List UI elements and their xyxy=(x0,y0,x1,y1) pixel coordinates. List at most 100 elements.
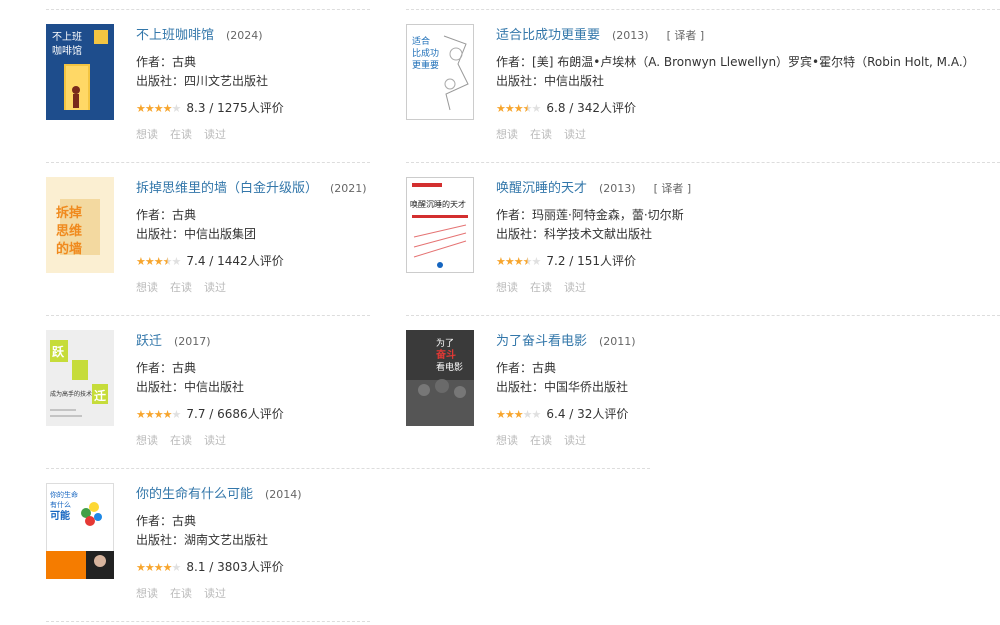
book-rating: ★★★★★ 8.1 / 3803人评价 xyxy=(136,558,376,576)
rating-count: 342 xyxy=(577,101,601,115)
rating-count: 1442 xyxy=(217,254,248,268)
book-title-link[interactable]: 为了奋斗看电影 xyxy=(496,334,587,349)
want-to-read-button[interactable]: 想读 xyxy=(136,434,158,447)
book-publisher: 中信出版集团 xyxy=(184,227,257,241)
rating-count: 3803 xyxy=(217,560,248,574)
book-title-link[interactable]: 适合比成功更重要 xyxy=(496,28,600,43)
book-title-link[interactable]: 拆掉思维里的墙（白金升级版） xyxy=(136,181,318,196)
have-read-button[interactable]: 读过 xyxy=(204,434,226,447)
book-rating: ★★★★★ 7.4 / 1442人评价 xyxy=(136,252,376,270)
have-read-button[interactable]: 读过 xyxy=(204,281,226,294)
book-title-link[interactable]: 你的生命有什么可能 xyxy=(136,487,253,502)
translated-tag: [ 译者 ] xyxy=(666,29,705,42)
rating-score: 8.1 xyxy=(186,560,206,574)
separator xyxy=(406,162,1000,163)
book-publisher-line: 出版社：四川文艺出版社 xyxy=(136,72,376,91)
svg-text:跃: 跃 xyxy=(52,345,65,359)
book-title-link[interactable]: 不上班咖啡馆 xyxy=(136,28,214,43)
rating-separator: / xyxy=(205,407,218,421)
want-to-read-button[interactable]: 想读 xyxy=(496,128,518,141)
reading-button[interactable]: 在读 xyxy=(530,281,552,294)
book-rating: ★★★★★ 7.2 / 151人评价 xyxy=(496,252,1000,270)
book-cover[interactable]: 为了 奋斗 看电影 xyxy=(406,330,474,426)
reading-button[interactable]: 在读 xyxy=(170,281,192,294)
want-to-read-button[interactable]: 想读 xyxy=(136,281,158,294)
book-year: (2013) xyxy=(599,182,636,195)
book-cover[interactable]: 跃 迁 成为高手的技术 xyxy=(46,330,114,426)
rating-score: 8.3 xyxy=(186,101,206,115)
have-read-button[interactable]: 读过 xyxy=(564,128,586,141)
star-empty-icon: ★ xyxy=(522,408,533,421)
have-read-button[interactable]: 读过 xyxy=(204,128,226,141)
have-read-button[interactable]: 读过 xyxy=(204,587,226,600)
rating-suffix: 人评价 xyxy=(247,560,284,574)
svg-text:唤醒沉睡的天才: 唤醒沉睡的天才 xyxy=(410,199,466,209)
reading-button[interactable]: 在读 xyxy=(170,434,192,447)
star-full-icon: ★ xyxy=(496,102,506,115)
star-empty-icon: ★ xyxy=(531,408,542,421)
book-publisher: 四川文艺出版社 xyxy=(184,74,269,88)
book-publisher-line: 出版社：中信出版社 xyxy=(496,72,1000,91)
reading-actions: 想读 在读 读过 xyxy=(136,279,376,295)
svg-text:适合: 适合 xyxy=(412,35,430,47)
author-prefix: 作者： xyxy=(136,208,173,222)
book-cover[interactable]: 不上班 咖啡馆 xyxy=(46,24,114,120)
book-author-line: 作者：古典 xyxy=(496,359,1000,378)
svg-text:的墙: 的墙 xyxy=(56,241,82,257)
want-to-read-button[interactable]: 想读 xyxy=(136,128,158,141)
star-rating-icon: ★★★★★ xyxy=(496,255,541,268)
svg-text:拆掉: 拆掉 xyxy=(56,205,82,221)
star-full-icon: ★ xyxy=(144,408,155,421)
star-half-icon: ★ xyxy=(522,102,533,115)
reading-actions: 想读 在读 读过 xyxy=(136,126,376,142)
star-rating-icon: ★★★★★ xyxy=(136,562,181,573)
want-to-read-button[interactable]: 想读 xyxy=(496,434,518,447)
rating-count: 32 xyxy=(577,407,593,421)
star-full-icon: ★ xyxy=(153,408,164,421)
reading-button[interactable]: 在读 xyxy=(530,128,552,141)
book-cover[interactable]: 唤醒沉睡的天才 xyxy=(406,177,474,273)
book-item: 唤醒沉睡的天才 唤醒沉睡的天才 (2013) [ 译者 ] 作者：玛丽莲·阿特金森，… xyxy=(406,177,1000,312)
rating-separator: / xyxy=(565,101,578,115)
reading-button[interactable]: 在读 xyxy=(170,587,192,600)
star-rating-icon: ★★★★★ xyxy=(496,102,542,115)
star-full-icon: ★ xyxy=(144,102,155,115)
svg-text:看电影: 看电影 xyxy=(436,361,463,373)
author-prefix: 作者： xyxy=(496,208,533,222)
star-full-icon: ★ xyxy=(513,408,524,421)
have-read-button[interactable]: 读过 xyxy=(564,434,586,447)
book-cover[interactable]: 适合 比成功 更重要 xyxy=(406,24,474,120)
book-publisher-line: 出版社：中信出版集团 xyxy=(136,225,376,244)
rating-suffix: 人评价 xyxy=(600,101,637,115)
want-to-read-button[interactable]: 想读 xyxy=(496,281,518,294)
book-cover[interactable]: 你的生命 有什么 可能 xyxy=(46,483,114,579)
rating-suffix: 人评价 xyxy=(247,101,284,115)
rating-score: 7.2 xyxy=(546,254,566,268)
svg-text:比成功: 比成功 xyxy=(412,47,439,59)
rating-separator: / xyxy=(565,254,578,268)
star-empty-icon: ★ xyxy=(531,102,542,115)
rating-suffix: 人评价 xyxy=(592,407,629,421)
star-full-icon: ★ xyxy=(504,255,515,268)
book-publisher: 中信出版社 xyxy=(184,380,245,394)
book-year: (2024) xyxy=(226,29,263,42)
star-empty-icon: ★ xyxy=(171,408,182,421)
publisher-prefix: 出版社： xyxy=(136,227,185,241)
star-full-icon: ★ xyxy=(496,255,506,268)
reading-button[interactable]: 在读 xyxy=(170,128,192,141)
reading-button[interactable]: 在读 xyxy=(530,434,552,447)
svg-text:思维: 思维 xyxy=(56,223,82,239)
book-rating: ★★★★★ 7.7 / 6686人评价 xyxy=(136,405,376,423)
book-title-link[interactable]: 跃迁 xyxy=(136,334,162,349)
book-cover[interactable]: 拆掉 思维 的墙 xyxy=(46,177,114,273)
svg-text:你的生命: 你的生命 xyxy=(50,490,78,499)
book-item: 拆掉 思维 的墙 拆掉思维里的墙（白金升级版） (2021) 作者：古典 出版社：… xyxy=(46,177,376,312)
have-read-button[interactable]: 读过 xyxy=(564,281,586,294)
book-title-link[interactable]: 唤醒沉睡的天才 xyxy=(496,181,587,196)
rating-score: 7.7 xyxy=(186,407,206,421)
book-author: [美] 布朗温•卢埃林（A. Bronwyn Llewellyn）罗宾•霍尔特（… xyxy=(532,55,975,69)
svg-text:咖啡馆: 咖啡馆 xyxy=(52,44,82,57)
want-to-read-button[interactable]: 想读 xyxy=(136,587,158,600)
svg-text:有什么: 有什么 xyxy=(50,500,71,509)
separator xyxy=(46,9,370,10)
